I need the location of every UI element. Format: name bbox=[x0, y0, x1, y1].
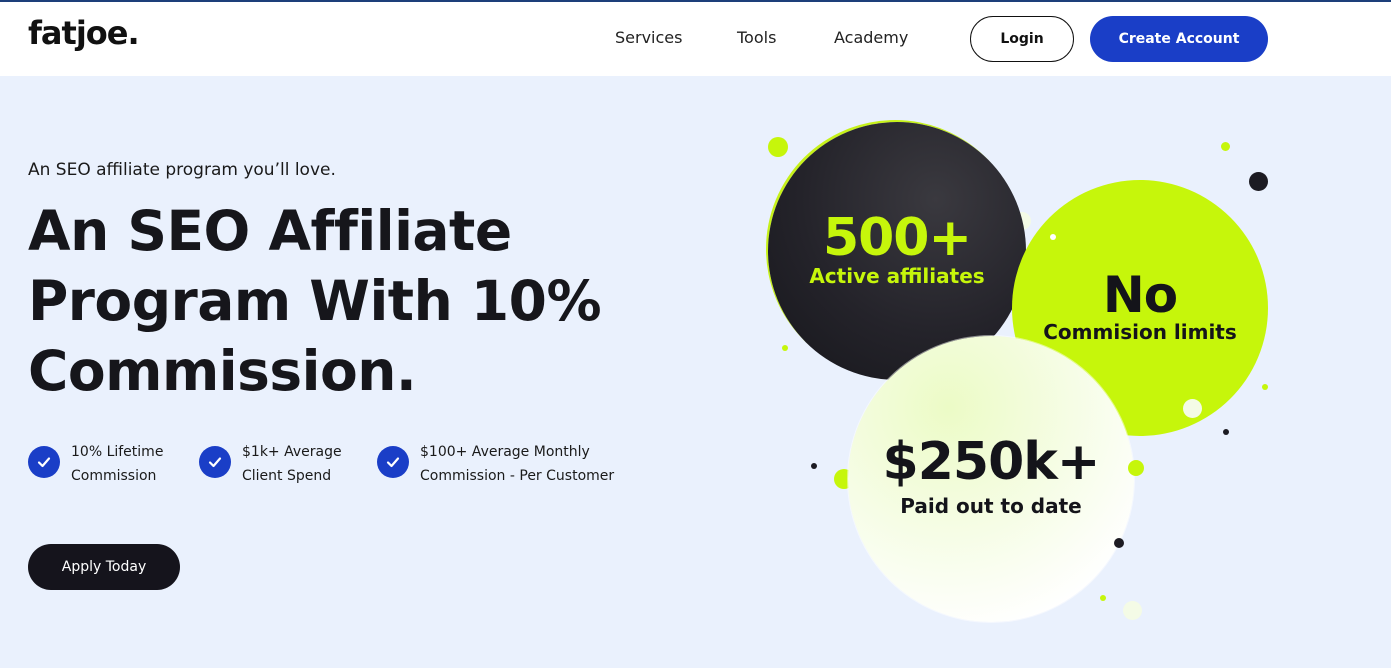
headline-line-2: Program With 10% bbox=[28, 269, 602, 333]
decor-dot bbox=[782, 345, 788, 351]
nav-services[interactable]: Services bbox=[615, 28, 682, 47]
create-account-button[interactable]: Create Account bbox=[1090, 16, 1268, 62]
feature-line: $100+ Average Monthly bbox=[420, 444, 590, 460]
decor-dot bbox=[768, 137, 788, 157]
decor-dot bbox=[1114, 538, 1124, 548]
check-icon bbox=[377, 446, 409, 478]
decor-dot bbox=[1262, 384, 1268, 390]
decor-dot bbox=[1100, 595, 1106, 601]
decor-dot bbox=[811, 463, 817, 469]
decor-dot bbox=[1050, 234, 1056, 240]
check-icon bbox=[199, 446, 231, 478]
decor-dot bbox=[1249, 172, 1268, 191]
stat-affiliates-value: 500+ bbox=[822, 208, 972, 268]
stat-circle-paid-out: $250k+ Paid out to date bbox=[848, 336, 1134, 622]
decor-dot bbox=[1221, 142, 1230, 151]
decor-dot bbox=[1183, 399, 1202, 418]
site-header: fatjoe. Services Tools Academy Login Cre… bbox=[0, 2, 1391, 76]
stat-limits-label: Commision limits bbox=[1043, 320, 1237, 344]
feature-monthly-commission: $100+ Average Monthly Commission - Per C… bbox=[377, 440, 614, 488]
decor-dot bbox=[1123, 601, 1142, 620]
hero-eyebrow: An SEO affiliate program you’ll love. bbox=[28, 160, 336, 180]
stat-affiliates-label: Active affiliates bbox=[809, 264, 985, 288]
headline-line-1: An SEO Affiliate bbox=[28, 199, 512, 263]
feature-lifetime-commission: 10% Lifetime Commission bbox=[28, 440, 163, 488]
feature-client-spend: $1k+ Average Client Spend bbox=[199, 440, 342, 488]
stat-limits-value: No bbox=[1102, 266, 1178, 324]
feature-line: $1k+ Average bbox=[242, 444, 342, 460]
decor-dot bbox=[1128, 460, 1144, 476]
stat-paid-label: Paid out to date bbox=[900, 494, 1082, 518]
apply-today-button[interactable]: Apply Today bbox=[28, 544, 180, 590]
stat-paid-value: $250k+ bbox=[882, 432, 1101, 492]
headline-line-3: Commission. bbox=[28, 339, 417, 403]
login-button[interactable]: Login bbox=[970, 16, 1074, 62]
fatjoe-logo[interactable]: fatjoe. bbox=[28, 14, 140, 52]
hero-headline: An SEO Affiliate Program With 10% Commis… bbox=[28, 196, 668, 406]
feature-line: Commission - Per Customer bbox=[420, 468, 615, 484]
nav-academy[interactable]: Academy bbox=[834, 28, 908, 47]
decor-dot bbox=[1223, 429, 1229, 435]
feature-line: Commission bbox=[71, 468, 157, 484]
check-icon bbox=[28, 446, 60, 478]
nav-tools[interactable]: Tools bbox=[737, 28, 776, 47]
feature-line: 10% Lifetime bbox=[71, 444, 164, 460]
feature-line: Client Spend bbox=[242, 468, 332, 484]
